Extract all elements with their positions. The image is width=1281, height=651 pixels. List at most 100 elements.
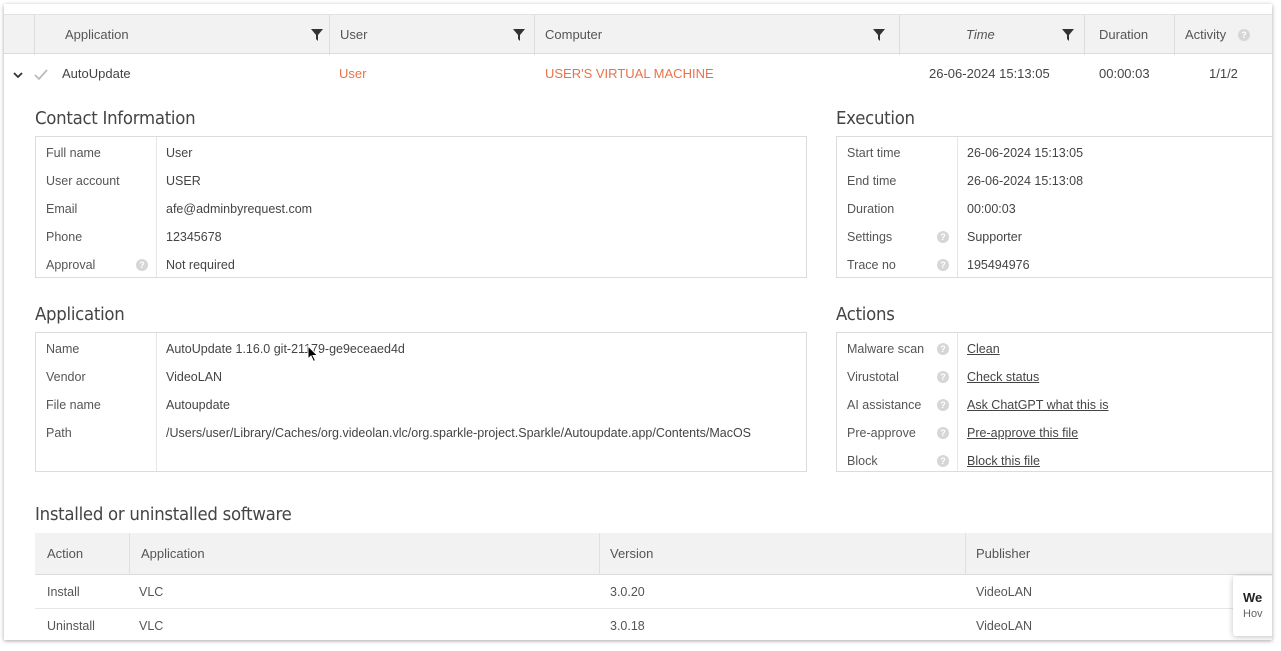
contact-info-box: Full name User User account USER Email a…	[35, 136, 807, 278]
row-duration: 00:00:03	[1099, 66, 1150, 81]
software-action: Install	[47, 585, 80, 599]
table-header: Application User Computer Time Duration …	[4, 14, 1272, 55]
field-value: Supporter	[967, 230, 1022, 244]
column-computer[interactable]: Computer	[534, 15, 899, 55]
main-panel: Application User Computer Time Duration …	[4, 4, 1272, 640]
execution-row-settings: Settings ? Supporter	[837, 223, 1272, 251]
field-label: User account	[46, 174, 120, 188]
application-row-vendor: Vendor VideoLAN	[36, 363, 806, 391]
software-col-version[interactable]: Version	[610, 533, 653, 575]
field-label: Name	[46, 342, 80, 356]
field-label: Block	[847, 454, 878, 468]
help-icon[interactable]: ?	[937, 343, 949, 355]
column-duration[interactable]: Duration	[1084, 15, 1174, 55]
application-section-title: Application	[35, 304, 125, 325]
table-row[interactable]: Uninstall VLC 3.0.18 VideoLAN	[35, 609, 1272, 640]
application-row-path: Path /Users/user/Library/Caches/org.vide…	[36, 419, 806, 447]
column-time[interactable]: Time	[899, 15, 1084, 55]
field-value: Not required	[166, 258, 235, 272]
row-application: AutoUpdate	[62, 66, 131, 81]
execution-row-end: End time 26-06-2024 15:13:08	[837, 167, 1272, 195]
execution-box: Start time 26-06-2024 15:13:05 End time …	[836, 136, 1272, 278]
execution-row-trace: Trace no ? 195494976	[837, 251, 1272, 279]
field-label: Email	[46, 202, 78, 216]
divider	[129, 533, 130, 575]
actions-section-title: Actions	[836, 304, 895, 325]
contact-row-fullname: Full name User	[36, 139, 806, 167]
execution-row-duration: Duration 00:00:03	[837, 195, 1272, 223]
help-icon[interactable]: ?	[937, 231, 949, 243]
software-col-application[interactable]: Application	[141, 533, 205, 575]
cursor-icon	[307, 344, 319, 363]
help-icon[interactable]: ?	[1238, 29, 1250, 41]
column-activity[interactable]: Activity ?	[1174, 15, 1272, 55]
chat-toast[interactable]: We Hov	[1233, 576, 1272, 636]
table-row[interactable]: AutoUpdate User USER'S VIRTUAL MACHINE 2…	[4, 55, 1272, 93]
field-label: Vendor	[46, 370, 86, 384]
divider	[965, 533, 966, 575]
field-value: 195494976	[967, 258, 1030, 272]
field-value: AutoUpdate 1.16.0 git-21179-ge9eceaed4d	[166, 342, 405, 356]
software-table-header: Action Application Version Publisher	[35, 533, 1272, 575]
filter-icon[interactable]	[311, 29, 323, 41]
help-icon[interactable]: ?	[937, 371, 949, 383]
field-label: Settings	[847, 230, 893, 244]
field-label: AI assistance	[847, 398, 922, 412]
software-col-publisher[interactable]: Publisher	[976, 533, 1030, 575]
block-file-link[interactable]: Block this file	[967, 447, 1040, 475]
column-time-label: Time	[966, 27, 995, 42]
contact-row-phone: Phone 12345678	[36, 223, 806, 251]
row-computer[interactable]: USER'S VIRTUAL MACHINE	[545, 55, 714, 93]
field-label: Trace no	[847, 258, 896, 272]
filter-icon[interactable]	[873, 29, 885, 41]
field-value: 26-06-2024 15:13:08	[967, 174, 1084, 188]
software-col-action[interactable]: Action	[47, 533, 83, 575]
actions-box: Malware scan ? Clean Virustotal ? Check …	[836, 332, 1272, 472]
application-row-filename: File name Autoupdate	[36, 391, 806, 419]
field-value: USER	[166, 174, 201, 188]
column-user-label: User	[340, 27, 368, 42]
help-icon[interactable]: ?	[136, 259, 148, 271]
software-application: VLC	[139, 619, 164, 633]
contact-row-account: User account USER	[36, 167, 806, 195]
table-row[interactable]: Install VLC 3.0.20 VideoLAN	[35, 575, 1272, 609]
chat-toast-text: Hov	[1243, 608, 1263, 620]
email-link[interactable]: afe@adminbyrequest.com	[166, 195, 312, 223]
execution-row-start: Start time 26-06-2024 15:13:05	[837, 139, 1272, 167]
field-value: 00:00:03	[967, 202, 1016, 216]
field-value: 12345678	[166, 230, 222, 244]
field-value: /Users/user/Library/Caches/org.videolan.…	[166, 426, 752, 440]
actions-row-block: Block ? Block this file	[837, 447, 1272, 475]
ask-chatgpt-link[interactable]: Ask ChatGPT what this is	[967, 391, 1109, 419]
field-label: End time	[847, 174, 897, 188]
help-icon[interactable]: ?	[937, 427, 949, 439]
row-user[interactable]: User	[339, 55, 366, 93]
field-label: Start time	[847, 146, 901, 160]
field-label: Duration	[847, 202, 895, 216]
help-icon[interactable]: ?	[937, 399, 949, 411]
field-label: Approval	[46, 258, 96, 272]
help-icon[interactable]: ?	[937, 259, 949, 271]
divider	[599, 533, 600, 575]
field-label: File name	[46, 398, 101, 412]
filter-icon[interactable]	[513, 29, 525, 41]
software-version: 3.0.20	[610, 585, 645, 599]
help-icon[interactable]: ?	[937, 455, 949, 467]
application-box: Name AutoUpdate 1.16.0 git-21179-ge9ecea…	[35, 332, 807, 472]
check-status-link[interactable]: Check status	[967, 363, 1039, 391]
actions-row-virustotal: Virustotal ? Check status	[837, 363, 1272, 391]
chevron-down-icon[interactable]	[12, 55, 24, 93]
chat-toast-title: We	[1243, 590, 1263, 605]
malware-scan-link[interactable]: Clean	[967, 335, 1000, 363]
field-value: VideoLAN	[166, 370, 223, 384]
software-version: 3.0.18	[610, 619, 645, 633]
header-spacer	[20, 15, 34, 55]
column-application[interactable]: Application	[34, 15, 329, 55]
actions-row-ai: AI assistance ? Ask ChatGPT what this is	[837, 391, 1272, 419]
column-computer-label: Computer	[545, 27, 603, 42]
pre-approve-link[interactable]: Pre-approve this file	[967, 419, 1078, 447]
column-user[interactable]: User	[329, 15, 534, 55]
contact-row-email: Email afe@adminbyrequest.com	[36, 195, 806, 223]
filter-icon[interactable]	[1062, 29, 1074, 41]
field-label: Pre-approve	[847, 426, 916, 440]
